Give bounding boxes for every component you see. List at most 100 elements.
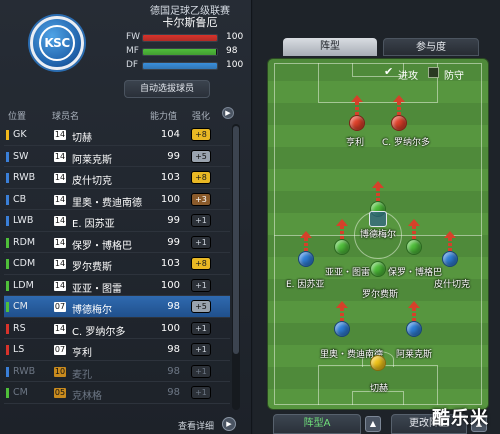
stat-value: 100 (226, 60, 244, 70)
pitch-player-token[interactable] (349, 115, 365, 131)
enhance-level-badge: +5 (191, 149, 211, 163)
stat-fill (143, 63, 217, 69)
position-color-marker (6, 151, 9, 162)
player-row[interactable]: CM 05 克林格 98 +1 (4, 382, 230, 404)
player-row[interactable]: SW 14 阿莱克斯 99 +5 (4, 146, 230, 167)
view-detail-label[interactable]: 查看详细 (178, 419, 214, 432)
player-rating: 103 (160, 258, 180, 269)
pitch-player-name: 罗尔费斯 (362, 290, 399, 300)
player-position: CB (13, 193, 27, 205)
player-row[interactable]: LWB 14 E. 因苏亚 99 +1 (4, 210, 230, 232)
enhance-level-badge: +8 (191, 171, 211, 184)
enhance-level-badge: +1 (191, 321, 211, 335)
player-position: GK (13, 129, 27, 140)
player-name: E. 因苏亚 (72, 219, 115, 230)
player-position: RDM (13, 236, 36, 248)
toggle-attack-label[interactable]: 进攻 (398, 67, 418, 82)
player-name: 罗尔费斯 (72, 262, 112, 273)
pitch-player-token[interactable] (442, 251, 458, 267)
chevron-right-icon[interactable]: ▶ (222, 107, 234, 119)
enhance-level-badge: +1 (191, 235, 211, 249)
player-rating: 100 (160, 279, 180, 291)
pitch-player-name: 亚亚・图雷 (325, 268, 371, 278)
formation-select[interactable]: 阵型A (273, 414, 361, 434)
player-name: 保罗・博格巴 (72, 240, 132, 252)
player-season-badge: 10 (54, 366, 66, 377)
view-detail[interactable]: 查看详细 ▶ (150, 415, 250, 433)
col-name[interactable]: 球员名 (52, 109, 79, 122)
watermark: 酷乐米 (432, 408, 489, 429)
player-row[interactable]: RWB 10 麦孔 98 +1 (4, 361, 230, 382)
player-row[interactable]: LDM 14 亚亚・图雷 100 +1 (4, 275, 230, 296)
player-row[interactable]: CM 07 博德梅尔 98 +5 (4, 296, 230, 318)
scrollbar-thumb[interactable] (233, 126, 239, 354)
player-row[interactable]: RDM 14 保罗・博格巴 99 +1 (4, 232, 230, 253)
player-season-badge: 14 (54, 130, 66, 140)
list-scrollbar[interactable] (232, 124, 240, 410)
position-color-marker (6, 173, 9, 183)
auto-select-button[interactable]: 自动选拔球员 (124, 80, 210, 98)
col-enhance[interactable]: 强化 (192, 109, 210, 122)
tab-participation[interactable]: 参与度 (383, 38, 479, 56)
pitch-player-token[interactable] (406, 321, 422, 337)
stat-label: FW (126, 32, 141, 42)
tab-formation[interactable]: 阵型 (283, 38, 377, 56)
stat-label: MF (126, 46, 139, 56)
player-row[interactable]: RS 14 C. 罗纳尔多 100 +1 (4, 318, 230, 339)
player-name: 切赫 (72, 133, 92, 144)
squad-panel: KSC 德国足球乙级联赛 卡尔斯鲁厄 FW 100 MF 98 DF 100 自… (0, 0, 252, 434)
pitch-player-name: C. 罗纳尔多 (382, 138, 431, 148)
player-season-badge: 14 (54, 151, 66, 162)
stat-df: DF 100 (126, 60, 252, 72)
player-row[interactable]: CB 14 里奥・费迪南德 100 +3 (4, 189, 230, 210)
player-position: RS (13, 322, 26, 334)
stat-bar (142, 34, 218, 42)
player-row[interactable]: RWB 14 皮什切克 103 +8 (4, 167, 230, 189)
chevron-right-icon[interactable]: ▶ (222, 417, 236, 431)
position-color-marker (6, 216, 9, 226)
player-rating: 103 (160, 172, 180, 183)
club-crest: KSC (30, 16, 84, 70)
position-color-marker (6, 194, 9, 205)
stat-fill (143, 49, 216, 55)
player-rating: 104 (160, 129, 180, 140)
player-row[interactable]: GK 14 切赫 104 +8 (4, 124, 230, 146)
player-position: CM (13, 301, 28, 312)
stat-value: 100 (226, 32, 244, 42)
pitch-player-token[interactable] (406, 239, 422, 255)
club-crest-text: KSC (39, 25, 75, 61)
pitch-player-name: 博德梅尔 (360, 230, 397, 240)
player-row[interactable]: LS 07 亨利 98 +1 (4, 339, 230, 361)
player-rating: 99 (167, 236, 180, 248)
pitch-player-token[interactable] (391, 115, 407, 131)
player-name: 博德梅尔 (72, 305, 112, 316)
checkmark-icon[interactable]: ✔ (384, 66, 395, 78)
toggle-defend-checkbox[interactable] (428, 67, 439, 78)
tactics-panel: 阵型 参与度 ✔ 进攻 防守 亨利 C. 罗纳尔多 博德梅尔 亚亚・图雷 保罗・博格巴 E… (253, 0, 500, 434)
player-name: 里奥・费迪南德 (72, 197, 142, 209)
toggle-defend-label[interactable]: 防守 (444, 67, 464, 82)
position-color-marker (6, 280, 9, 291)
pitch-player-token[interactable] (370, 355, 386, 371)
pitch-player-name: 亨利 (346, 138, 365, 148)
position-color-marker (6, 323, 9, 334)
col-rating[interactable]: 能力值 (150, 109, 177, 122)
player-position: LDM (13, 279, 34, 291)
player-row[interactable]: CDM 14 罗尔费斯 103 +8 (4, 253, 230, 275)
stat-mf: MF 98 (126, 46, 252, 58)
stat-fw: FW 100 (126, 32, 252, 44)
pitch-player-token[interactable] (334, 321, 350, 337)
player-rating: 98 (167, 387, 180, 398)
pitch-player-token[interactable] (334, 239, 350, 255)
pitch-player-name: 阿莱克斯 (396, 350, 433, 360)
col-position[interactable]: 位置 (8, 109, 26, 122)
pitch-player-token[interactable] (370, 261, 386, 277)
chevron-up-icon[interactable]: ▲ (365, 416, 381, 432)
enhance-level-badge: +1 (191, 364, 211, 378)
player-rating: 100 (160, 193, 180, 205)
player-rating: 98 (167, 365, 180, 377)
team-crest (369, 211, 387, 227)
player-season-badge: 07 (54, 302, 66, 312)
pitch-player-token[interactable] (298, 251, 314, 267)
player-position: RWB (13, 365, 36, 377)
